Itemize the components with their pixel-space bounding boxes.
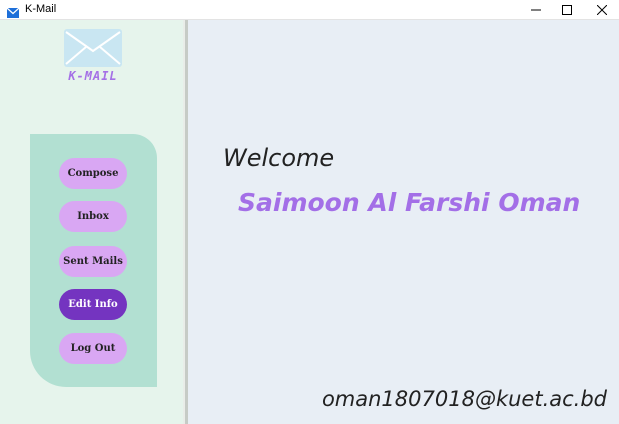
log-out-button[interactable]: Log Out [59, 333, 127, 364]
envelope-icon [64, 29, 122, 67]
compose-button[interactable]: Compose [59, 158, 127, 189]
close-button[interactable] [585, 0, 619, 19]
welcome-heading: Welcome [223, 144, 335, 172]
edit-info-button[interactable]: Edit Info [59, 289, 127, 320]
sidebar: K-MAIL Compose Inbox Sent Mails Edit Inf… [0, 20, 183, 424]
main-panel: Welcome Saimoon Al Farshi Oman oman18070… [188, 20, 619, 424]
maximize-button[interactable] [550, 0, 584, 19]
inbox-button[interactable]: Inbox [59, 201, 127, 232]
minimize-button[interactable] [519, 0, 553, 19]
sent-mails-button[interactable]: Sent Mails [59, 246, 127, 277]
user-email: oman1807018@kuet.ac.bd [321, 387, 607, 411]
user-name: Saimoon Al Farshi Oman [238, 188, 581, 217]
nav-panel: Compose Inbox Sent Mails Edit Info Log O… [30, 134, 157, 387]
window-titlebar: K-Mail [0, 0, 619, 20]
envelope-icon [6, 3, 20, 18]
app-logo-text: K-MAIL [68, 69, 118, 83]
window-title: K-Mail [25, 3, 57, 15]
